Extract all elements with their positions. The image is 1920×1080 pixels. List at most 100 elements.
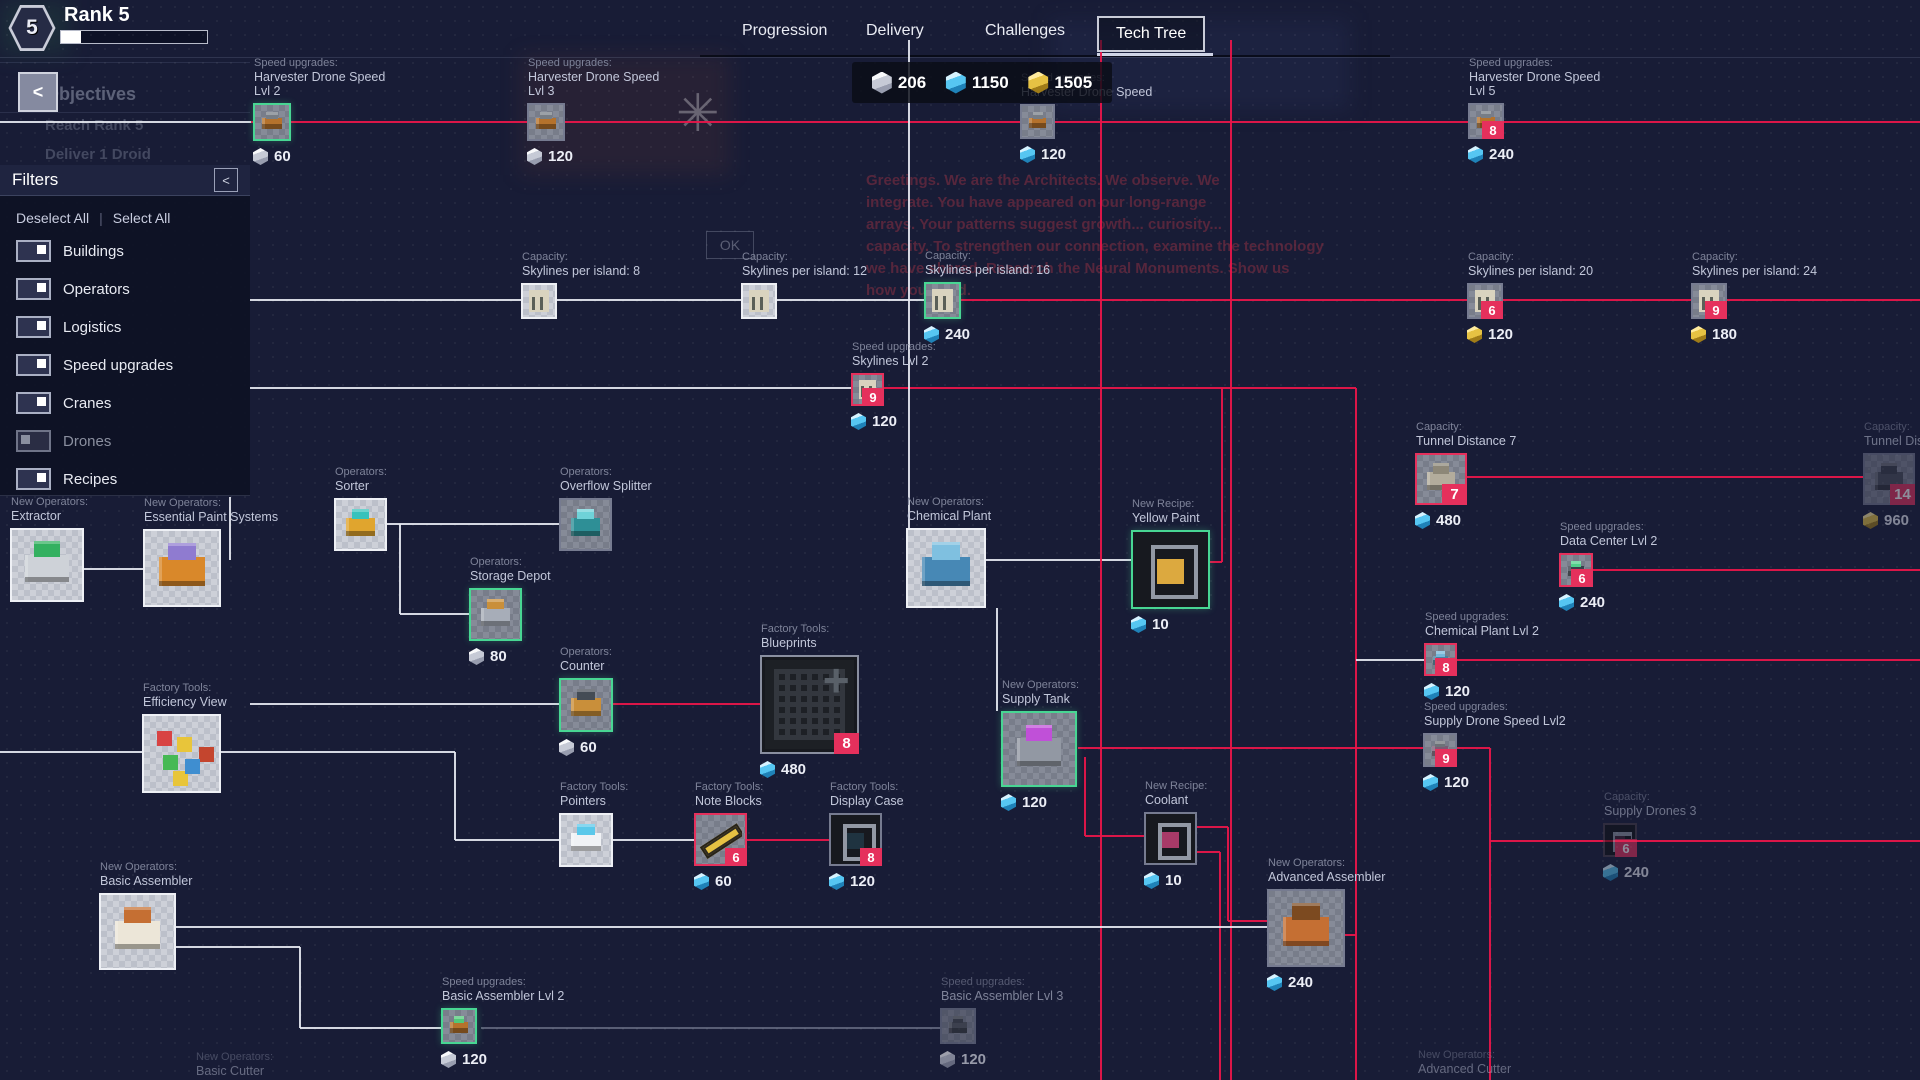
toggle-icon[interactable] — [16, 430, 51, 452]
tech-node-icon[interactable] — [940, 1008, 976, 1044]
tab-tech-tree[interactable]: Tech Tree — [1097, 16, 1205, 52]
tech-node-icon[interactable]: 9 — [1691, 283, 1727, 319]
tech-node-basic-assembler-lvl-3[interactable]: Speed upgrades:Basic Assembler Lvl 3120 — [940, 1008, 976, 1044]
tech-node-yellow-paint[interactable]: New Recipe:Yellow Paint10 — [1131, 530, 1210, 609]
tech-node-icon[interactable] — [143, 529, 221, 607]
tech-node-chemical-plant-lvl-2[interactable]: 8Speed upgrades:Chemical Plant Lvl 2120 — [1424, 643, 1457, 676]
tech-node-harvester-drone-speed-5[interactable]: 8Speed upgrades:Harvester Drone SpeedLvl… — [1468, 103, 1504, 139]
tech-node-icon[interactable] — [1020, 104, 1055, 139]
filter-item-cranes[interactable]: Cranes — [0, 384, 250, 422]
tech-node-icon[interactable] — [1001, 711, 1077, 787]
tech-node-coolant[interactable]: New Recipe:Coolant10 — [1144, 812, 1197, 865]
tech-node-skylines-per-island-12[interactable]: Capacity:Skylines per island: 12 — [741, 283, 777, 319]
toggle-icon[interactable] — [16, 278, 51, 300]
tech-node-icon[interactable] — [1131, 530, 1210, 609]
tech-node-chemical-plant[interactable]: New Operators:Chemical Plant — [906, 528, 986, 608]
tech-node-icon[interactable] — [924, 282, 961, 319]
tech-node-advanced-assembler[interactable]: New Operators:Advanced Assembler240 — [1267, 889, 1345, 967]
tech-node-essential-paint-systems[interactable]: New Operators:Essential Paint Systems — [143, 529, 221, 607]
tech-node-harvester-drone-speed-3[interactable]: Speed upgrades:Harvester Drone SpeedLvl … — [527, 103, 565, 141]
tech-node-icon[interactable] — [10, 528, 84, 602]
tech-node-icon[interactable]: 6 — [1603, 823, 1637, 857]
tech-node-skylines-per-island-24[interactable]: 9Capacity:Skylines per island: 24180 — [1691, 283, 1727, 319]
tech-node-icon[interactable] — [253, 103, 291, 141]
tech-node-blueprints[interactable]: 8Factory Tools:Blueprints480 — [760, 655, 859, 754]
tech-node-display-case[interactable]: 8Factory Tools:Display Case120 — [829, 813, 882, 866]
tech-node-icon[interactable] — [559, 498, 612, 551]
tech-node-icon[interactable]: 8 — [1468, 103, 1504, 139]
tech-node-icon[interactable] — [741, 283, 777, 319]
tech-node-note-blocks[interactable]: 6Factory Tools:Note Blocks60 — [694, 813, 747, 866]
tech-node-icon[interactable]: 8 — [1424, 643, 1457, 676]
tech-node-harvester-drone-speed-4[interactable]: Speed upgrades:Harvester Drone Speed120 — [1020, 104, 1055, 139]
filter-item-operators[interactable]: Operators — [0, 270, 250, 308]
tech-node-skylines-lvl-2[interactable]: 9Speed upgrades:Skylines Lvl 2120 — [851, 373, 884, 406]
tech-node-cost: 60 — [253, 148, 291, 165]
toggle-icon[interactable] — [16, 392, 51, 414]
tech-node-sorter[interactable]: Operators:Sorter — [334, 498, 387, 551]
blue-cube-icon — [1468, 146, 1483, 163]
efficiency-view-icon — [147, 719, 216, 788]
tech-node-supply-drones-3[interactable]: 6Capacity:Supply Drones 3240 — [1603, 823, 1637, 857]
tech-node-icon[interactable]: 14 — [1863, 453, 1915, 505]
tech-node-counter[interactable]: Operators:Counter60 — [559, 678, 613, 732]
tech-node-tunnel-distance-8[interactable]: 14Capacity:Tunnel Dist960 — [1863, 453, 1915, 505]
tech-node-icon[interactable] — [521, 283, 557, 319]
tech-node-skylines-per-island-8[interactable]: Capacity:Skylines per island: 8 — [521, 283, 557, 319]
tech-node-supply-tank[interactable]: New Operators:Supply Tank120 — [1001, 711, 1077, 787]
filter-item-speed-upgrades[interactable]: Speed upgrades — [0, 346, 250, 384]
basic-assembler-lvl-3-icon — [945, 1013, 971, 1039]
filter-item-logistics[interactable]: Logistics — [0, 308, 250, 346]
tech-node-skylines-per-island-16[interactable]: Capacity:Skylines per island: 16240 — [924, 282, 961, 319]
tech-node-icon[interactable] — [334, 498, 387, 551]
tech-node-cost: 120 — [441, 1051, 487, 1068]
tech-node-icon[interactable]: 6 — [694, 813, 747, 866]
currency-research: 1150 — [946, 72, 1009, 94]
filters-collapse-button[interactable]: < — [214, 168, 238, 192]
tech-node-overflow-splitter[interactable]: Operators:Overflow Splitter — [559, 498, 612, 551]
tab-challenges[interactable]: Challenges — [985, 22, 1065, 40]
back-button[interactable]: < — [18, 72, 58, 112]
tech-node-harvester-drone-speed-2[interactable]: Speed upgrades:Harvester Drone SpeedLvl … — [253, 103, 291, 141]
tech-node-icon[interactable]: 7 — [1415, 453, 1467, 505]
tech-node-icon[interactable] — [906, 528, 986, 608]
filter-item-drones[interactable]: Drones — [0, 422, 250, 460]
tech-node-extractor[interactable]: New Operators:Extractor — [10, 528, 84, 602]
tech-node-icon[interactable] — [559, 813, 613, 867]
tech-tree-stage[interactable]: ✳ Greetings. We are the Architects. We o… — [0, 0, 1920, 1080]
toggle-icon[interactable] — [16, 354, 51, 376]
tech-node-icon[interactable] — [1144, 812, 1197, 865]
tech-node-icon[interactable]: 6 — [1467, 283, 1503, 319]
tab-delivery[interactable]: Delivery — [866, 22, 924, 40]
tech-node-basic-assembler-lvl-2[interactable]: Speed upgrades:Basic Assembler Lvl 2120 — [441, 1008, 477, 1044]
tech-node-icon[interactable]: 9 — [1423, 733, 1457, 767]
tech-node-icon[interactable] — [142, 714, 221, 793]
tech-node-icon[interactable] — [527, 103, 565, 141]
toggle-icon[interactable] — [16, 316, 51, 338]
filter-item-recipes[interactable]: Recipes — [0, 460, 250, 498]
filter-item-buildings[interactable]: Buildings — [0, 232, 250, 270]
tech-node-icon[interactable] — [1267, 889, 1345, 967]
tech-node-tunnel-distance-7[interactable]: 7Capacity:Tunnel Distance 7480 — [1415, 453, 1467, 505]
tech-node-storage-depot[interactable]: Operators:Storage Depot80 — [469, 588, 522, 641]
tech-node-label: Capacity:Skylines per island: 24 — [1692, 250, 1817, 278]
tech-node-icon[interactable]: 8 — [760, 655, 859, 754]
deselect-all-button[interactable]: Deselect All — [16, 210, 89, 226]
toggle-icon[interactable] — [16, 240, 51, 262]
tech-node-icon[interactable]: 8 — [829, 813, 882, 866]
tech-node-icon[interactable] — [441, 1008, 477, 1044]
select-all-button[interactable]: Select All — [113, 210, 171, 226]
tech-node-pointers[interactable]: Factory Tools:Pointers — [559, 813, 613, 867]
tech-node-icon[interactable] — [469, 588, 522, 641]
tech-node-icon[interactable]: 9 — [851, 373, 884, 406]
tech-node-skylines-per-island-20[interactable]: 6Capacity:Skylines per island: 20120 — [1467, 283, 1503, 319]
tech-node-icon[interactable] — [559, 678, 613, 732]
toggle-icon[interactable] — [16, 468, 51, 490]
tech-node-supply-drone-speed-lvl2[interactable]: 9Speed upgrades:Supply Drone Speed Lvl21… — [1423, 733, 1457, 767]
tab-progression[interactable]: Progression — [742, 22, 827, 40]
tech-node-icon[interactable]: 6 — [1559, 553, 1593, 587]
tech-node-efficiency-view[interactable]: Factory Tools:Efficiency View — [142, 714, 221, 793]
tech-node-icon[interactable] — [99, 893, 176, 970]
tech-node-data-center-lvl-2[interactable]: 6Speed upgrades:Data Center Lvl 2240 — [1559, 553, 1593, 587]
tech-node-basic-assembler[interactable]: New Operators:Basic Assembler — [99, 893, 176, 970]
